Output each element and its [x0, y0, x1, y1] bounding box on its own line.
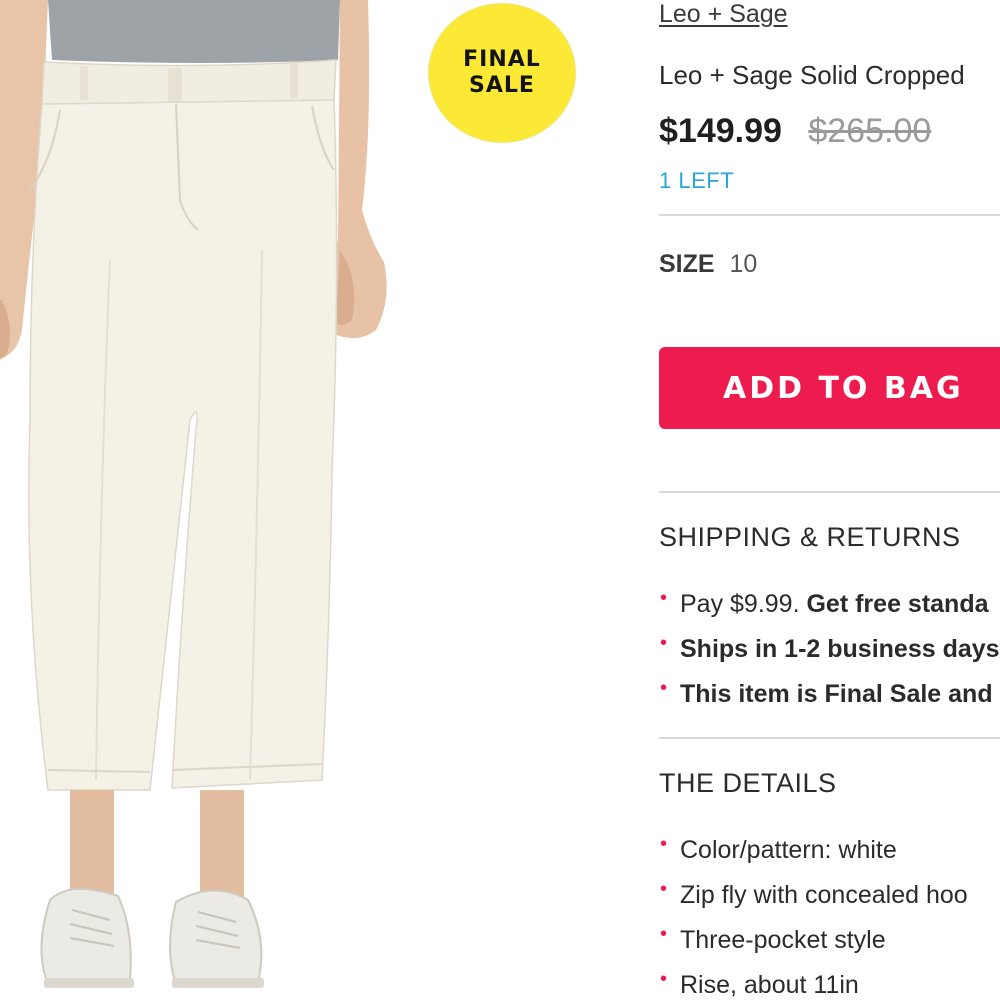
product-title: Leo + Sage Solid Cropped	[659, 60, 965, 90]
bullet-icon: •	[660, 878, 668, 900]
detail-item-text: Color/pattern: white	[680, 836, 897, 864]
list-item: • Three-pocket style	[659, 918, 968, 963]
bullet-icon: •	[660, 677, 668, 699]
list-item: • This item is Final Sale and	[659, 672, 1000, 717]
shipping-item-bold: This item is Final Sale and	[680, 680, 993, 708]
size-value: 10	[729, 250, 758, 278]
list-item: • Rise, about 11in	[659, 963, 968, 1000]
bullet-icon: •	[660, 923, 668, 945]
shipping-list: • Pay $9.99. Get free standa • Ships in …	[659, 582, 1000, 717]
brand-link[interactable]: Leo + Sage	[659, 0, 788, 29]
shipping-item-bold: Ships in 1-2 business days	[680, 635, 1000, 663]
detail-item-text: Rise, about 11in	[680, 971, 859, 999]
list-item: • Pay $9.99. Get free standa	[659, 582, 1000, 627]
divider	[659, 737, 1000, 739]
bullet-icon: •	[660, 833, 668, 855]
sale-price: $149.99	[659, 112, 782, 150]
product-info: Leo + Sage Leo + Sage Solid Cropped $149…	[659, 0, 1000, 1000]
bullet-icon: •	[660, 632, 668, 654]
size-selector[interactable]: SIZE 10	[659, 250, 757, 279]
badge-line-1: FINAL	[463, 47, 541, 72]
detail-item-text: Zip fly with concealed hoo	[680, 881, 968, 909]
product-page: FINAL SALE Leo + Sage Leo + Sage Solid C…	[0, 0, 1000, 1000]
shipping-returns-heading[interactable]: SHIPPING & RETURNS	[659, 522, 961, 553]
product-photo	[0, 0, 387, 988]
badge-line-2: SALE	[469, 73, 535, 98]
final-sale-badge: FINAL SALE	[429, 4, 575, 142]
divider	[659, 214, 1000, 216]
product-image[interactable]	[0, 0, 420, 1000]
price-row: $149.99 $265.00	[659, 112, 931, 151]
details-heading[interactable]: THE DETAILS	[659, 768, 837, 799]
details-list: • Color/pattern: white • Zip fly with co…	[659, 828, 968, 1000]
detail-item-text: Three-pocket style	[680, 926, 886, 954]
add-to-bag-button[interactable]: ADD TO BAG	[659, 347, 1000, 429]
size-label: SIZE	[659, 250, 715, 278]
list-item: • Ships in 1-2 business days	[659, 627, 1000, 672]
shipping-item-bold: Get free standa	[806, 590, 989, 618]
original-price: $265.00	[808, 112, 932, 150]
shipping-item-text: Pay $9.99.	[680, 590, 807, 618]
bullet-icon: •	[660, 587, 668, 609]
bullet-icon: •	[660, 968, 668, 990]
list-item: • Color/pattern: white	[659, 828, 968, 873]
divider	[659, 491, 1000, 493]
stock-indicator: 1 LEFT	[659, 168, 735, 193]
list-item: • Zip fly with concealed hoo	[659, 873, 968, 918]
